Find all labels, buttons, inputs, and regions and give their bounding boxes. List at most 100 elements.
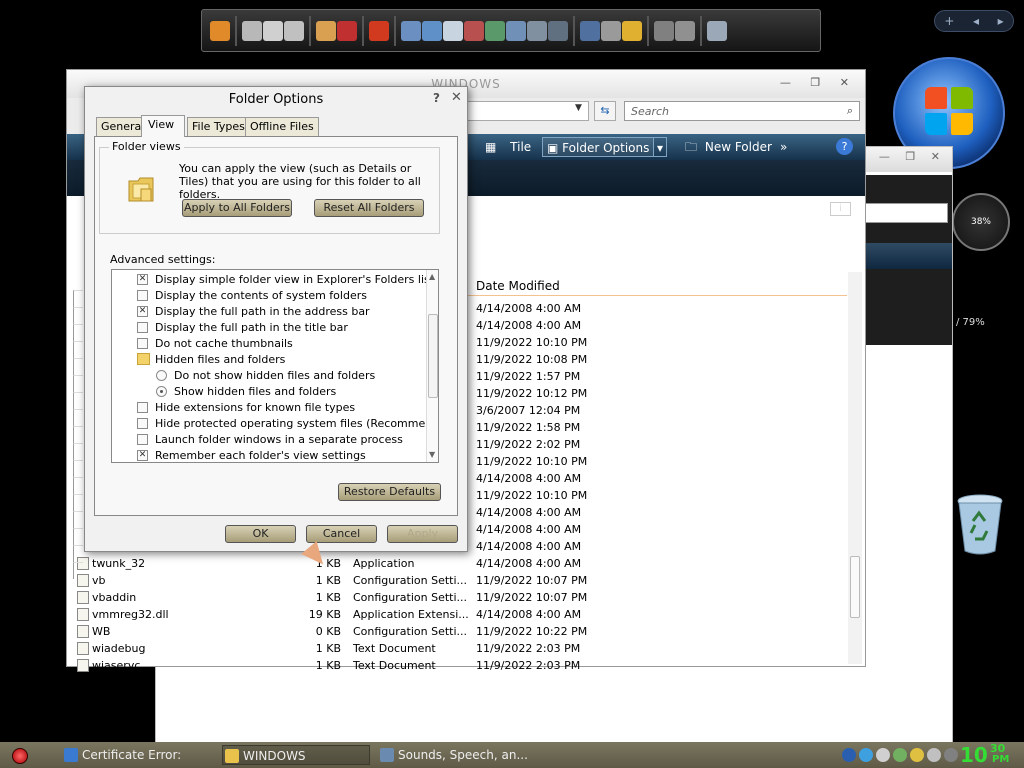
new-folder-button[interactable]: 🗀 New Folder bbox=[685, 137, 772, 157]
taskbar-task-button[interactable]: Sounds, Speech, an... bbox=[378, 745, 528, 765]
network-icon[interactable] bbox=[401, 20, 421, 41]
system-icon[interactable] bbox=[506, 20, 526, 41]
file-row[interactable]: vmmreg32.dll 19 KB Application Extensi... 4… bbox=[67, 606, 847, 623]
folder-options-dropdown[interactable]: ▾ bbox=[653, 137, 668, 157]
tools-icon[interactable] bbox=[464, 20, 484, 41]
advanced-setting-label: Display simple folder view in Explorer's… bbox=[155, 273, 435, 286]
checkbox[interactable]: ✕ bbox=[137, 450, 148, 461]
tile-view-button[interactable]: ▦ Tile bbox=[485, 137, 531, 157]
power-icon[interactable] bbox=[654, 20, 674, 41]
folder-options-label: Folder Options bbox=[562, 141, 650, 155]
recycle-bin-icon[interactable] bbox=[955, 493, 1005, 555]
scroll-down-icon[interactable]: ▼ bbox=[429, 450, 435, 459]
radio-button[interactable] bbox=[156, 386, 167, 397]
tray-icon[interactable] bbox=[927, 748, 941, 762]
checkbox[interactable] bbox=[137, 322, 148, 333]
tab-file-types[interactable]: File Types bbox=[187, 117, 250, 136]
radio-button[interactable] bbox=[156, 370, 167, 381]
file-row[interactable]: WB 0 KB Configuration Setti... 11/9/2022 10… bbox=[67, 623, 847, 640]
file-row[interactable]: twunk_32 1 KB Application 4/14/2008 4:00 AM bbox=[67, 555, 847, 572]
background-search-box[interactable] bbox=[862, 203, 948, 223]
chart-icon[interactable] bbox=[527, 20, 547, 41]
prev-widget-button[interactable]: ◂ bbox=[973, 14, 979, 28]
file-type: Text Document bbox=[353, 642, 436, 655]
notepad-icon[interactable] bbox=[443, 20, 463, 41]
flash-icon[interactable] bbox=[263, 20, 283, 41]
music-icon[interactable] bbox=[485, 20, 505, 41]
checkbox[interactable] bbox=[137, 290, 148, 301]
file-size: 1 KB bbox=[315, 574, 341, 587]
scrollbar-thumb[interactable] bbox=[850, 556, 860, 618]
tray-icon[interactable] bbox=[944, 748, 958, 762]
checkbox[interactable]: ✕ bbox=[137, 274, 148, 285]
sound-icon[interactable] bbox=[675, 20, 695, 41]
folder-options-button[interactable]: ▣ Folder Options bbox=[542, 137, 655, 157]
dialog-close-button[interactable]: ✕ bbox=[451, 90, 462, 105]
next-widget-button[interactable]: ▸ bbox=[998, 14, 1004, 28]
tree-line bbox=[73, 290, 83, 307]
address-bar[interactable] bbox=[467, 101, 589, 121]
file-date: 3/6/2007 12:04 PM bbox=[476, 404, 581, 417]
tray-icon[interactable] bbox=[876, 748, 890, 762]
file-icon bbox=[77, 591, 89, 604]
paint-icon[interactable] bbox=[316, 20, 336, 41]
tray-icon[interactable] bbox=[893, 748, 907, 762]
taskbar-task-button[interactable]: Certificate Error: Nav... bbox=[62, 745, 212, 765]
info-icon[interactable]: i bbox=[830, 202, 851, 216]
checkbox[interactable]: ✕ bbox=[137, 306, 148, 317]
gears-icon[interactable] bbox=[601, 20, 621, 41]
column-header-date-modified[interactable]: Date Modified bbox=[467, 276, 847, 296]
clock-hour[interactable]: 10 bbox=[960, 742, 988, 768]
countdown-icon[interactable] bbox=[242, 20, 262, 41]
tree-line bbox=[73, 562, 83, 579]
dock-separator bbox=[394, 15, 396, 46]
more-commands-button[interactable]: » bbox=[780, 137, 787, 157]
reset-all-folders-button[interactable]: Reset All Folders bbox=[314, 199, 424, 217]
checkbox[interactable] bbox=[137, 434, 148, 445]
trash-icon[interactable] bbox=[707, 20, 727, 41]
file-name: twunk_32 bbox=[92, 557, 146, 570]
checkbox[interactable] bbox=[137, 402, 148, 413]
search-input[interactable]: Search ⌕ bbox=[624, 101, 860, 121]
cd-icon[interactable] bbox=[284, 20, 304, 41]
monitor-icon[interactable] bbox=[580, 20, 600, 41]
file-row[interactable]: vbaddin 1 KB Configuration Setti... 11/9/20… bbox=[67, 589, 847, 606]
file-row[interactable]: vb 1 KB Configuration Setti... 11/9/2022 10… bbox=[67, 572, 847, 589]
advanced-setting-label: Display the contents of system folders bbox=[155, 289, 367, 302]
document-icon[interactable] bbox=[422, 20, 442, 41]
book-icon[interactable] bbox=[337, 20, 357, 41]
add-widget-button[interactable]: + bbox=[944, 14, 954, 28]
file-list-scrollbar[interactable] bbox=[848, 272, 862, 664]
dialog-help-button[interactable]: ? bbox=[433, 91, 440, 105]
taskbar-task-button[interactable]: WINDOWS bbox=[222, 745, 370, 765]
windows-logo-icon[interactable] bbox=[622, 20, 642, 41]
apply-to-all-folders-button[interactable]: Apply to All Folders bbox=[182, 199, 292, 217]
search-icon[interactable]: ⌕ bbox=[847, 104, 853, 118]
refresh-button[interactable]: ⇆ bbox=[594, 101, 616, 121]
tray-icon[interactable] bbox=[859, 748, 873, 762]
advanced-settings-scrollbar[interactable]: ▲ ▼ bbox=[426, 270, 438, 462]
help-icon[interactable]: ? bbox=[836, 138, 853, 155]
checkbox[interactable] bbox=[137, 418, 148, 429]
tray-icon[interactable] bbox=[910, 748, 924, 762]
tab-offline-files[interactable]: Offline Files bbox=[245, 117, 319, 136]
media-player-icon[interactable] bbox=[210, 20, 230, 41]
search-placeholder: Search bbox=[631, 105, 670, 118]
tab-view[interactable]: View bbox=[141, 115, 185, 137]
tray-icon[interactable] bbox=[842, 748, 856, 762]
address-dropdown-icon[interactable]: ▼ bbox=[575, 103, 582, 113]
restore-defaults-button[interactable]: Restore Defaults bbox=[338, 483, 441, 501]
file-row[interactable]: wiadebug 1 KB Text Document 11/9/2022 2:03 … bbox=[67, 640, 847, 657]
new-folder-icon: 🗀 bbox=[685, 140, 698, 154]
apply-button[interactable]: Apply bbox=[387, 525, 458, 543]
start-button[interactable] bbox=[12, 748, 28, 764]
file-row[interactable]: wiaservc 1 KB Text Document 11/9/2022 2:03 … bbox=[67, 657, 847, 674]
scroll-up-icon[interactable]: ▲ bbox=[429, 272, 435, 281]
ccleaner-icon[interactable] bbox=[369, 20, 389, 41]
checkbox[interactable] bbox=[137, 338, 148, 349]
background-window-controls[interactable]: — ❐ ✕ bbox=[879, 150, 946, 163]
ok-button[interactable]: OK bbox=[225, 525, 296, 543]
advanced-scrollbar-thumb[interactable] bbox=[428, 314, 438, 398]
settings-icon[interactable] bbox=[548, 20, 568, 41]
explorer-window-controls[interactable]: — ❐ ✕ bbox=[780, 76, 857, 89]
